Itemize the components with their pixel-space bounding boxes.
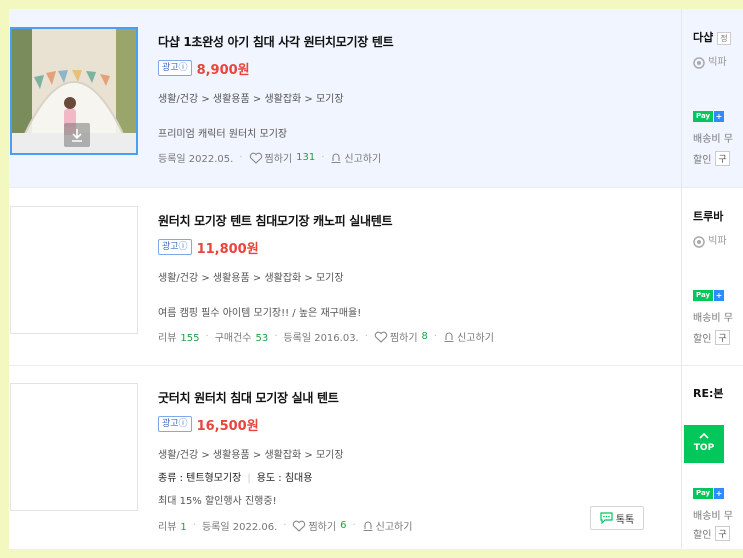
wish-button[interactable]: 찜하기 131 — [249, 150, 316, 165]
product-description: 최대 15% 할인행사 진행중! — [158, 496, 277, 507]
talktalk-button[interactable]: 톡톡 — [590, 506, 644, 530]
product-price[interactable]: 16,500원 — [197, 415, 259, 434]
npay-badge: Pay + — [693, 111, 725, 122]
review-link[interactable]: 리뷰 1 — [158, 518, 187, 533]
siren-icon — [331, 153, 341, 163]
mall-name[interactable]: 다샵 정 — [693, 29, 731, 45]
ad-badge[interactable]: 광고ⓘ — [158, 239, 192, 255]
product-specs: 종류 : 텐트형모기장 | 용도 : 침대용 — [158, 473, 313, 484]
talktalk-label: 톡톡 — [615, 514, 635, 526]
search-results: 다샵 1초완성 아기 침대 사각 원터치모기장 텐트 광고ⓘ 8,900원 생활… — [9, 9, 743, 549]
scroll-top-button[interactable]: TOP — [684, 425, 724, 463]
heart-icon — [293, 520, 306, 532]
review-link[interactable]: 리뷰 155 — [158, 329, 200, 344]
report-label: 신고하기 — [344, 154, 382, 165]
purchase-count: 구매건수 53 — [214, 333, 269, 344]
wish-count: 6 — [340, 520, 347, 531]
product-title[interactable]: 굿터치 원터치 침대 모기장 실내 텐트 — [158, 389, 658, 406]
ad-badge[interactable]: 광고ⓘ — [158, 60, 192, 76]
product-title[interactable]: 원터치 모기장 텐트 침대모기장 캐노피 실내텐트 — [158, 212, 658, 229]
review-count: 155 — [180, 333, 200, 344]
mall-tag: 정 — [717, 32, 731, 45]
product-price[interactable]: 8,900원 — [197, 59, 250, 78]
shipping-info: 배송비 무 — [693, 511, 733, 522]
wish-count: 8 — [421, 331, 428, 342]
seller-grade: 빅파 — [693, 232, 727, 248]
category-breadcrumb[interactable]: 생활/건강 > 생활용품 > 생활잡화 > 모기장 — [158, 90, 658, 105]
wish-label: 찜하기 — [264, 154, 293, 165]
heart-icon — [249, 152, 262, 164]
top-label: TOP — [693, 443, 715, 453]
product-description: 여름 캠핑 필수 아이템 모기장!! / 높은 재구매율! — [158, 308, 362, 319]
discount-info: 할인 구 — [693, 151, 730, 166]
mall-name[interactable]: 트루바 — [693, 208, 723, 224]
product-thumbnail[interactable] — [10, 27, 138, 155]
medal-icon — [693, 56, 705, 69]
siren-icon — [363, 521, 373, 531]
heart-icon — [374, 331, 388, 343]
spec-type: 종류 : 텐트형모기장 — [158, 473, 242, 484]
siren-icon — [444, 332, 454, 342]
seller-panel: 트루바 빅파 Pay + 배송비 무 할인 구 — [681, 187, 743, 365]
product-price[interactable]: 11,800원 — [197, 238, 259, 257]
registered-date: 등록일 2016.03. — [283, 333, 359, 344]
report-button[interactable]: 신고하기 — [443, 329, 494, 344]
product-description: 프리미엄 캐릭터 원터치 모기장 — [158, 129, 288, 140]
discount-info: 할인 구 — [693, 330, 730, 345]
seller-grade: 빅파 — [693, 53, 727, 69]
report-label: 신고하기 — [457, 333, 494, 344]
product-item: 원터치 모기장 텐트 침대모기장 캐노피 실내텐트 광고ⓘ 11,800원 생활… — [9, 187, 743, 366]
wish-button[interactable]: 찜하기 6 — [292, 518, 346, 533]
shipping-info: 배송비 무 — [693, 134, 733, 145]
report-label: 신고하기 — [375, 522, 413, 533]
wish-label: 찜하기 — [389, 333, 418, 344]
registered-date: 등록일 2022.06. — [201, 522, 278, 533]
product-title[interactable]: 다샵 1초완성 아기 침대 사각 원터치모기장 텐트 — [158, 33, 658, 50]
npay-badge: Pay + — [693, 488, 725, 499]
report-button[interactable]: 신고하기 — [362, 518, 413, 533]
mall-name[interactable]: RE:본 — [693, 385, 724, 401]
wish-label: 찜하기 — [308, 522, 337, 533]
medal-icon — [693, 235, 705, 248]
wish-button[interactable]: 찜하기 8 — [374, 329, 428, 344]
report-button[interactable]: 신고하기 — [330, 150, 381, 165]
wish-count: 131 — [296, 152, 316, 163]
category-breadcrumb[interactable]: 생활/건강 > 생활용품 > 생활잡화 > 모기장 — [158, 446, 658, 461]
product-thumbnail[interactable] — [10, 383, 138, 511]
registered-date: 등록일 2022.05. — [158, 154, 234, 165]
spec-usage: 용도 : 침대용 — [256, 473, 313, 484]
category-breadcrumb[interactable]: 생활/건강 > 생활용품 > 생활잡화 > 모기장 — [158, 269, 658, 284]
chat-bubble-icon — [600, 512, 613, 524]
seller-panel: 다샵 정 빅파 Pay + 배송비 무 할인 구 — [681, 9, 743, 187]
review-count: 1 — [180, 522, 187, 533]
product-thumbnail[interactable] — [10, 206, 138, 334]
product-meta: 리뷰 1 · 등록일 2022.06. · 찜하기 6 · 신고하기 — [158, 518, 413, 533]
ad-badge[interactable]: 광고ⓘ — [158, 416, 192, 432]
product-meta: 등록일 2022.05. · 찜하기 131 · 신고하기 — [158, 150, 382, 165]
download-icon[interactable] — [64, 123, 90, 147]
product-item: 다샵 1초완성 아기 침대 사각 원터치모기장 텐트 광고ⓘ 8,900원 생활… — [9, 9, 743, 188]
arrow-up-icon — [699, 432, 709, 439]
discount-info: 할인 구 — [693, 526, 730, 541]
shipping-info: 배송비 무 — [693, 313, 733, 324]
npay-badge: Pay + — [693, 290, 725, 301]
product-meta: 리뷰 155 · 구매건수 53 · 등록일 2016.03. · 찜하기 8 · … — [158, 329, 494, 344]
